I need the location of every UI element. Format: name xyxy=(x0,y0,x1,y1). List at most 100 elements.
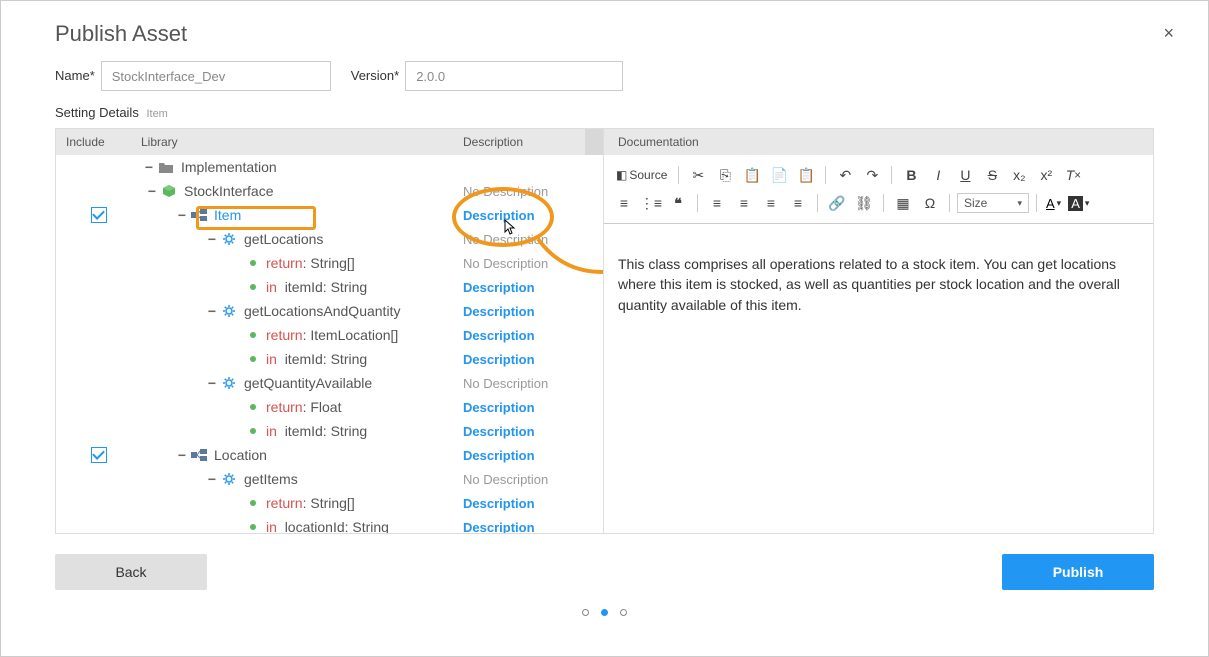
description-link[interactable]: Description xyxy=(463,328,535,343)
tree-node-label[interactable]: getLocations xyxy=(244,231,323,247)
return-keyword: return xyxy=(266,399,303,415)
expand-toggle[interactable]: − xyxy=(204,471,220,487)
tree-row: return: String[] No Description xyxy=(56,251,603,275)
no-description: No Description xyxy=(463,232,548,247)
description-link[interactable]: Description xyxy=(463,448,535,463)
tree-row: − Implementation xyxy=(56,155,603,179)
align-left-icon[interactable]: ≡ xyxy=(705,191,729,215)
form-row: Name* Version* xyxy=(1,47,1208,91)
expand-toggle[interactable]: − xyxy=(204,303,220,319)
link-icon[interactable]: 🔗 xyxy=(825,191,849,215)
return-keyword: return xyxy=(266,495,303,511)
unlink-icon[interactable]: ⛓ xyxy=(852,191,876,215)
editor-toolbar: ◧ Source ✂ ⎘ 📋 📄 📋 ↶ ↷ B I U S x₂ xyxy=(604,155,1153,224)
header-include: Include xyxy=(56,135,141,149)
pager-dot-2[interactable] xyxy=(601,609,608,616)
description-link[interactable]: Description xyxy=(463,304,535,319)
pager-dot-3[interactable] xyxy=(620,609,627,616)
tree-node-label[interactable]: Item xyxy=(214,207,241,223)
description-link[interactable]: Description xyxy=(463,280,535,295)
tree-row: return: ItemLocation[] Description xyxy=(56,323,603,347)
expand-toggle[interactable]: − xyxy=(174,207,190,223)
param-dot-icon xyxy=(250,332,256,338)
setting-details: Setting Details Item xyxy=(1,91,1208,128)
no-description: No Description xyxy=(463,256,548,271)
paste-text-icon[interactable]: 📄 xyxy=(767,163,791,187)
description-link[interactable]: Description xyxy=(463,352,535,367)
back-button[interactable]: Back xyxy=(55,554,207,590)
align-center-icon[interactable]: ≡ xyxy=(732,191,756,215)
in-keyword: in xyxy=(266,279,277,295)
param-dot-icon xyxy=(250,260,256,266)
source-button[interactable]: ◧ Source xyxy=(612,168,671,182)
description-link[interactable]: Description xyxy=(463,520,535,533)
publish-button[interactable]: Publish xyxy=(1002,554,1154,590)
table-icon[interactable]: ▦ xyxy=(891,191,915,215)
description-link[interactable]: Description xyxy=(463,424,535,439)
paste-word-icon[interactable]: 📋 xyxy=(794,163,818,187)
special-char-icon[interactable]: Ω xyxy=(918,191,942,215)
expand-toggle[interactable]: − xyxy=(204,375,220,391)
bg-color-button[interactable]: A xyxy=(1066,196,1091,211)
class-icon xyxy=(190,447,208,463)
param-dot-icon xyxy=(250,428,256,434)
align-right-icon[interactable]: ≡ xyxy=(759,191,783,215)
align-justify-icon[interactable]: ≡ xyxy=(786,191,810,215)
tree-node-label[interactable]: StockInterface xyxy=(184,183,274,199)
tree-node-label[interactable]: getQuantityAvailable xyxy=(244,375,372,391)
unordered-list-icon[interactable]: ⋮≡ xyxy=(639,191,663,215)
tree-scroll[interactable]: − Implementation − StockInterface No Des… xyxy=(56,155,603,533)
expand-toggle[interactable]: − xyxy=(174,447,190,463)
underline-icon[interactable]: U xyxy=(953,163,977,187)
dialog-footer: Back Publish xyxy=(1,534,1208,590)
expand-toggle[interactable]: − xyxy=(141,159,157,175)
version-input[interactable] xyxy=(405,61,623,91)
tree-node-label[interactable]: Location xyxy=(214,447,267,463)
return-keyword: return xyxy=(266,327,303,343)
strike-icon[interactable]: S xyxy=(980,163,1004,187)
gear-icon xyxy=(220,471,238,487)
in-keyword: in xyxy=(266,351,277,367)
superscript-icon[interactable]: x² xyxy=(1034,163,1058,187)
gear-icon xyxy=(220,231,238,247)
include-checkbox[interactable] xyxy=(91,207,107,223)
documentation-panel: Documentation ◧ Source ✂ ⎘ 📋 📄 📋 ↶ ↷ B I xyxy=(604,128,1154,534)
description-link[interactable]: Description xyxy=(463,208,535,223)
tree-row: in itemId: String Description xyxy=(56,419,603,443)
cut-icon[interactable]: ✂ xyxy=(686,163,710,187)
editor-content[interactable]: This class comprises all operations rela… xyxy=(604,224,1153,533)
undo-icon[interactable]: ↶ xyxy=(833,163,857,187)
paste-icon[interactable]: 📋 xyxy=(740,163,764,187)
tree-row: in itemId: String Description xyxy=(56,347,603,371)
expand-toggle[interactable]: − xyxy=(204,231,220,247)
copy-icon[interactable]: ⎘ xyxy=(713,163,737,187)
remove-format-icon[interactable]: T× xyxy=(1061,163,1085,187)
close-button[interactable]: × xyxy=(1163,23,1174,44)
tree-row: − getLocationsAndQuantity Description xyxy=(56,299,603,323)
italic-icon[interactable]: I xyxy=(926,163,950,187)
no-description: No Description xyxy=(463,376,548,391)
tree-node-label[interactable]: getItems xyxy=(244,471,298,487)
tree-row: − getQuantityAvailable No Description xyxy=(56,371,603,395)
ordered-list-icon[interactable]: ≡ xyxy=(612,191,636,215)
bold-icon[interactable]: B xyxy=(899,163,923,187)
name-input[interactable] xyxy=(101,61,331,91)
font-size-select[interactable]: Size xyxy=(957,193,1029,213)
class-icon xyxy=(190,207,208,223)
description-link[interactable]: Description xyxy=(463,400,535,415)
tree-body: − Implementation − StockInterface No Des… xyxy=(56,155,603,533)
subscript-icon[interactable]: x₂ xyxy=(1007,163,1031,187)
tree-node-label[interactable]: getLocationsAndQuantity xyxy=(244,303,400,319)
tree-node-label[interactable]: Implementation xyxy=(181,159,277,175)
no-description: No Description xyxy=(463,184,548,199)
tree-row: − getItems No Description xyxy=(56,467,603,491)
expand-toggle[interactable]: − xyxy=(144,183,160,199)
include-checkbox[interactable] xyxy=(91,447,107,463)
name-label: Name* xyxy=(55,61,95,91)
description-link[interactable]: Description xyxy=(463,496,535,511)
text-color-button[interactable]: A xyxy=(1044,196,1063,211)
pager-dot-1[interactable] xyxy=(582,609,589,616)
tree-row: return: Float Description xyxy=(56,395,603,419)
blockquote-icon[interactable]: ❝ xyxy=(666,191,690,215)
redo-icon[interactable]: ↷ xyxy=(860,163,884,187)
